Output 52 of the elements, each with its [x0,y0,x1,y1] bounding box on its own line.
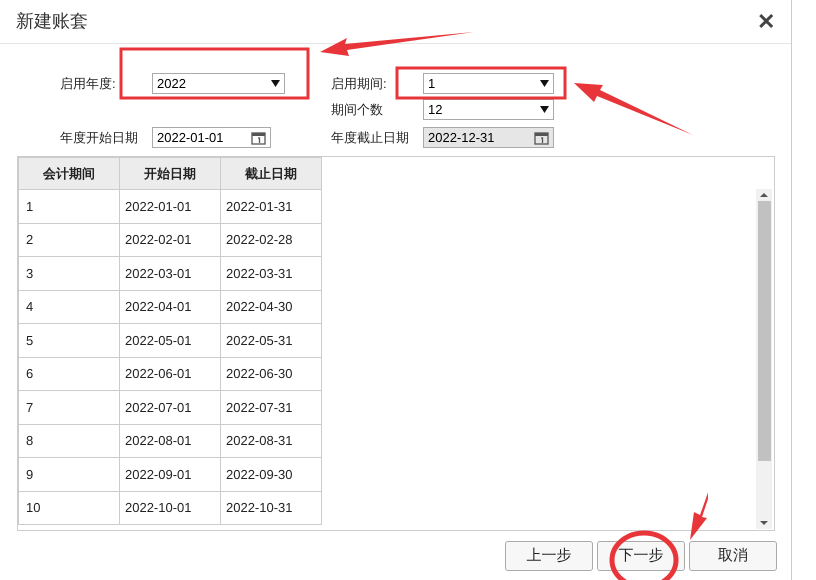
table-cell: 2022-05-31 [220,324,322,357]
dropdown[interactable]: 1 [423,73,554,94]
table-cell: 9 [18,458,120,491]
scrollbar[interactable] [756,189,772,529]
column-header: 截止日期 [220,158,322,190]
table-cell: 2022-08-01 [120,424,220,458]
table-cell: 1 [18,190,120,223]
table-cell: 2022-06-30 [220,357,322,390]
table-cell: 2022-05-01 [120,324,220,357]
calendar-icon [534,130,549,144]
table-cell: 2022-02-28 [220,223,322,256]
caret-icon [540,80,549,87]
dialog-button[interactable]: 上一步 [505,541,593,571]
caret-icon [271,80,280,87]
table-cell: 4 [18,290,120,324]
table-cell: 2022-02-01 [120,223,220,256]
dialog-button[interactable]: 取消 [689,541,777,571]
dropdown[interactable]: 12 [423,99,554,120]
table-cell: 2022-01-31 [220,190,322,223]
table-cell: 2022-04-01 [120,290,220,324]
table-cell: 5 [18,324,120,357]
table-cell: 3 [18,256,120,290]
table-cell: 2022-06-01 [120,357,220,390]
column-header: 会计期间 [18,158,120,190]
table-cell: 2022-03-01 [120,256,220,290]
calendar-icon [251,130,266,144]
table-cell: 6 [18,357,120,390]
table-cell: 8 [18,424,120,458]
table-cell: 7 [18,390,120,424]
table-cell: 2022-07-01 [120,390,220,424]
table-cell: 2022-09-30 [220,458,322,491]
table-cell: 2022-09-01 [120,458,220,491]
field-label: 启用期间: [331,74,388,93]
date-field[interactable]: 2022-01-01 [152,127,271,148]
field-label: 启用年度: [60,74,117,93]
table-cell: 2022-10-01 [120,491,220,524]
table-cell: 2022-08-31 [220,424,322,458]
close-button[interactable]: ✕ [757,5,775,38]
table-cell: 2 [18,223,120,256]
caret-icon [540,106,549,113]
field-label: 期间个数 [331,100,384,119]
field-label: 年度截止日期 [331,128,410,147]
table-cell: 2022-03-31 [220,256,322,290]
table-cell: 2022-01-01 [120,190,220,223]
field-label: 年度开始日期 [60,128,139,147]
table-cell: 2022-07-31 [220,390,322,424]
table-cell: 2022-10-31 [220,491,322,524]
table-cell: 2022-04-30 [220,290,322,324]
column-header: 开始日期 [120,158,220,190]
dropdown[interactable]: 2022 [152,73,285,94]
table-cell: 10 [18,491,120,524]
dialog-title: 新建账套 [16,10,88,33]
